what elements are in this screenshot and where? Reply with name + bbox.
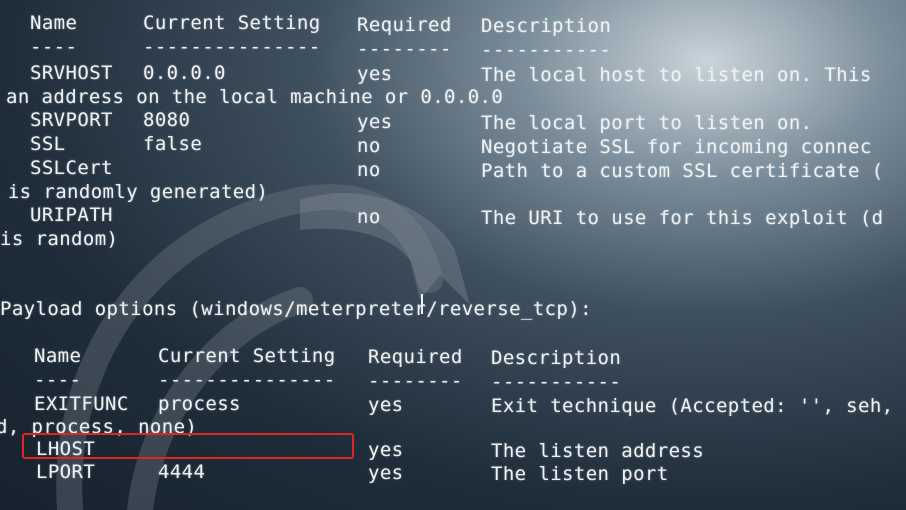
option-name: SSLCert <box>30 157 113 179</box>
option-name: LPORT <box>36 461 96 483</box>
col-underline-description: ----------- <box>491 371 622 393</box>
col-header-required: Required <box>368 346 463 368</box>
option-description: The local port to listen on. <box>481 112 813 134</box>
option-required: no <box>357 135 381 157</box>
col-underline-required: -------- <box>368 370 463 392</box>
col-header-description: Description <box>481 15 612 37</box>
option-description: The URI to use for this exploit (d <box>481 207 884 229</box>
col-header-description: Description <box>491 347 622 369</box>
col-header-current-setting: Current Setting <box>158 345 336 367</box>
option-description: The listen address <box>491 440 705 462</box>
option-required: yes <box>368 394 404 416</box>
option-required: no <box>357 206 381 228</box>
option-name: SSL <box>30 133 66 155</box>
option-value: 0.0.0.0 <box>143 62 226 84</box>
col-header-name: Name <box>30 12 78 34</box>
option-description-continuation: an address on the local machine or 0.0.0… <box>6 86 504 108</box>
option-name: SRVPORT <box>30 109 113 131</box>
option-required: yes <box>357 111 393 133</box>
col-underline-current-setting: --------------- <box>158 369 336 391</box>
option-value: 8080 <box>143 109 191 131</box>
option-description-continuation: is random) <box>0 228 119 250</box>
option-description: Negotiate SSL for incoming connec <box>481 136 872 158</box>
option-description: The listen port <box>491 463 669 485</box>
col-underline-name: ---- <box>30 36 78 58</box>
option-required: yes <box>368 439 404 461</box>
option-value: 4444 <box>158 461 206 483</box>
col-header-name: Name <box>34 345 82 367</box>
col-header-required: Required <box>357 14 452 36</box>
col-underline-required: -------- <box>357 38 452 60</box>
col-underline-name: ---- <box>34 369 82 391</box>
col-header-current-setting: Current Setting <box>143 12 321 34</box>
option-description: Path to a custom SSL certificate ( <box>481 160 884 182</box>
option-value: false <box>143 133 203 155</box>
option-required: yes <box>368 462 404 484</box>
text-cursor <box>421 294 423 314</box>
option-name: URIPATH <box>30 204 113 226</box>
option-required: no <box>357 159 381 181</box>
payload-options-title: Payload options (windows/meterpreter/rev… <box>0 298 592 320</box>
option-name: EXITFUNC <box>34 393 129 415</box>
option-description: Exit technique (Accepted: '', seh, <box>491 395 894 417</box>
option-description: The local host to listen on. This <box>481 64 872 86</box>
option-required: yes <box>357 63 393 85</box>
option-description-continuation: is randomly generated) <box>0 181 269 203</box>
col-underline-current-setting: --------------- <box>143 36 321 58</box>
option-name: SRVHOST <box>30 62 113 84</box>
option-value: process <box>158 393 241 415</box>
option-name: LHOST <box>36 438 96 460</box>
terminal-window[interactable]: Name Current Setting Required Descriptio… <box>0 0 906 510</box>
col-underline-description: ----------- <box>481 39 612 61</box>
